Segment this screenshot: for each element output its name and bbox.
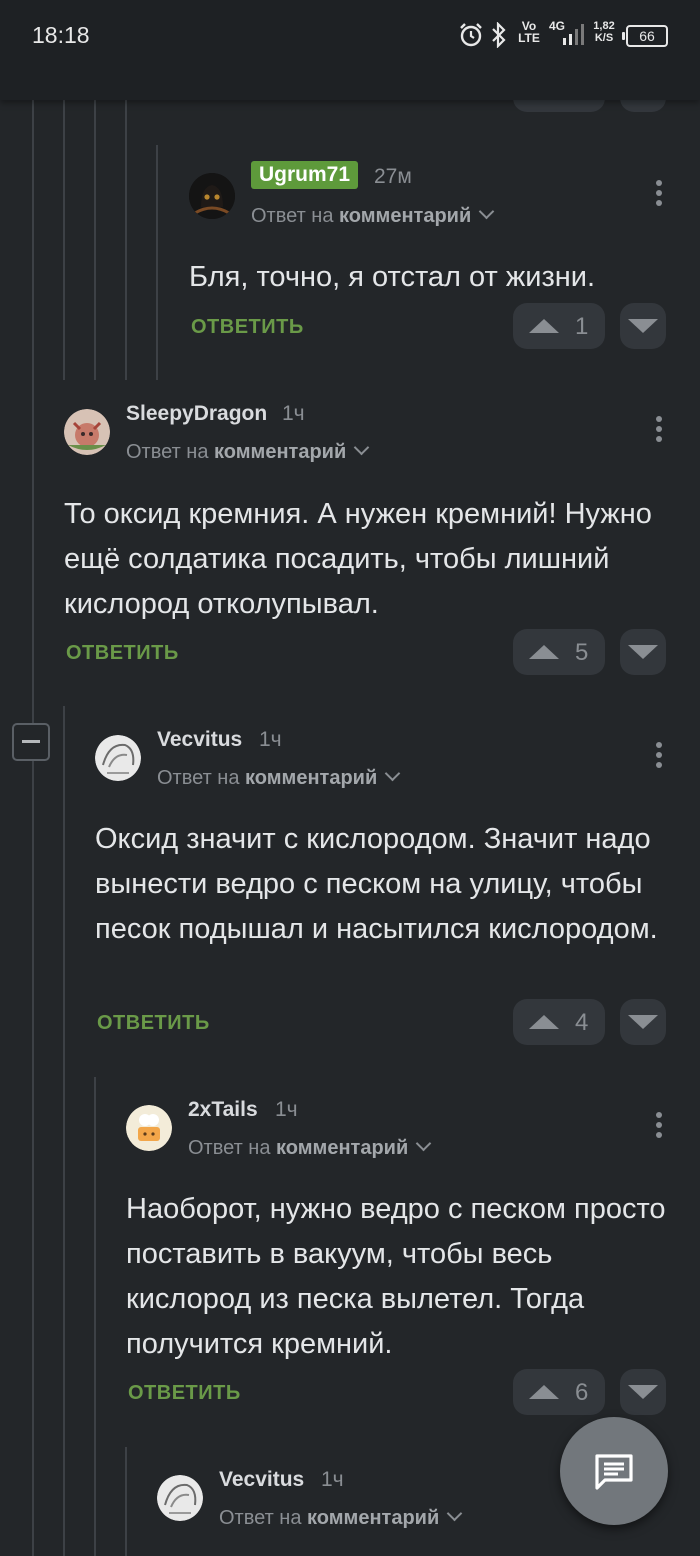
comment-text: Наоборот, нужно ведро с песком просто по… bbox=[126, 1193, 666, 1360]
chevron-down-icon bbox=[353, 439, 370, 456]
reply-to-prefix: Ответ на bbox=[157, 767, 240, 789]
comment-author[interactable]: Vecvitus bbox=[157, 728, 242, 752]
thread-line bbox=[63, 706, 65, 1556]
status-bar: 18:18 Vo LTE 4G 1,82 K/S 66 bbox=[0, 0, 700, 100]
collapse-thread-button[interactable] bbox=[12, 723, 50, 761]
thread-line bbox=[94, 100, 96, 380]
comment-author[interactable]: SleepyDragon bbox=[126, 402, 267, 426]
cake-avatar-icon bbox=[126, 1105, 172, 1151]
thread-line bbox=[125, 1447, 127, 1556]
vote-up-button[interactable]: 4 bbox=[513, 999, 605, 1045]
battery-indicator: 66 bbox=[622, 25, 668, 47]
chevron-down-icon bbox=[384, 765, 401, 782]
comment-text: То оксид кремния. А нужен кремний! Нужно… bbox=[64, 498, 652, 620]
vote-down-button[interactable] bbox=[620, 1369, 666, 1415]
vote-up-button[interactable]: 1 bbox=[513, 303, 605, 349]
vote-down-button[interactable] bbox=[620, 303, 666, 349]
vote-down-button[interactable] bbox=[620, 999, 666, 1045]
more-options-icon[interactable] bbox=[656, 1112, 664, 1142]
avatar[interactable] bbox=[95, 735, 141, 781]
reply-to[interactable]: Ответ на комментарий bbox=[157, 765, 401, 790]
comment-age: 27м bbox=[374, 165, 412, 188]
thread-line bbox=[63, 100, 65, 380]
reply-to-prefix: Ответ на bbox=[188, 1137, 271, 1159]
chevron-down-icon bbox=[478, 203, 495, 220]
reply-button[interactable]: ОТВЕТИТЬ bbox=[66, 642, 179, 665]
reply-to-target[interactable]: комментарий bbox=[276, 1137, 408, 1159]
arrow-up-icon bbox=[529, 1385, 559, 1399]
reply-to-prefix: Ответ на bbox=[251, 205, 334, 227]
reply-to-target[interactable]: комментарий bbox=[307, 1507, 439, 1529]
chat-icon bbox=[595, 1454, 633, 1490]
thread-line bbox=[32, 100, 34, 1556]
avatar[interactable] bbox=[126, 1105, 172, 1151]
arrow-up-icon bbox=[529, 319, 559, 333]
chevron-down-icon bbox=[446, 1505, 463, 1522]
reply-button[interactable]: ОТВЕТИТЬ bbox=[97, 1012, 210, 1035]
sketch-avatar-icon bbox=[95, 735, 141, 781]
reply-to-target[interactable]: комментарий bbox=[245, 767, 377, 789]
alarm-icon bbox=[460, 23, 482, 47]
thread-line bbox=[125, 100, 127, 380]
arrow-up-icon bbox=[529, 1015, 559, 1029]
network-speed: 1,82 K/S bbox=[593, 20, 615, 44]
reply-to-prefix: Ответ на bbox=[219, 1507, 302, 1529]
comment-text: Бля, точно, я отстал от жизни. bbox=[189, 261, 596, 293]
avatar[interactable] bbox=[189, 173, 235, 219]
bluetooth-icon bbox=[492, 22, 506, 48]
avatar[interactable] bbox=[64, 409, 110, 455]
rating: 1 bbox=[575, 313, 589, 340]
write-comment-button[interactable] bbox=[560, 1417, 668, 1525]
vote-down-button[interactable] bbox=[620, 629, 666, 675]
thread-line bbox=[156, 145, 158, 380]
comment-age: 1ч bbox=[282, 402, 305, 425]
comment-age: 1ч bbox=[275, 1098, 298, 1121]
reply-to[interactable]: Ответ на комментарий bbox=[188, 1135, 432, 1160]
chevron-down-icon bbox=[415, 1135, 432, 1152]
more-options-icon[interactable] bbox=[656, 742, 664, 772]
vote-up-button[interactable]: 5 bbox=[513, 629, 605, 675]
reply-button[interactable]: ОТВЕТИТЬ bbox=[128, 1382, 241, 1405]
comment-author[interactable]: 2xTails bbox=[188, 1098, 258, 1122]
arrow-up-icon bbox=[529, 645, 559, 659]
reply-to[interactable]: Ответ на комментарий bbox=[219, 1505, 463, 1530]
reply-button[interactable]: ОТВЕТИТЬ bbox=[191, 316, 304, 339]
status-time: 18:18 bbox=[32, 22, 90, 48]
vote-up-button[interactable]: 6 bbox=[513, 1369, 605, 1415]
dragon-avatar-icon bbox=[64, 409, 110, 455]
signal-icon bbox=[563, 24, 584, 45]
more-options-icon[interactable] bbox=[656, 180, 664, 210]
more-options-icon[interactable] bbox=[656, 416, 664, 446]
comment-text: Оксид значит с кислородом. Значит надо в… bbox=[95, 823, 658, 945]
reply-to-prefix: Ответ на bbox=[126, 441, 209, 463]
comment-author[interactable]: Ugrum71 bbox=[251, 161, 359, 189]
reply-to-target[interactable]: комментарий bbox=[339, 205, 471, 227]
comment-author[interactable]: Vecvitus bbox=[219, 1468, 304, 1492]
comment-age: 1ч bbox=[259, 728, 282, 751]
reply-to[interactable]: Ответ на комментарий bbox=[126, 439, 370, 464]
cat-avatar-icon bbox=[189, 173, 235, 219]
rating: 5 bbox=[575, 639, 589, 666]
reply-to-target[interactable]: комментарий bbox=[214, 441, 346, 463]
sketch-avatar-icon bbox=[157, 1475, 203, 1521]
reply-to[interactable]: Ответ на комментарий bbox=[251, 203, 495, 228]
volte-indicator: Vo LTE bbox=[518, 19, 540, 45]
rating: 6 bbox=[575, 1379, 589, 1406]
rating: 4 bbox=[575, 1009, 589, 1036]
comment-age: 1ч bbox=[321, 1468, 344, 1491]
thread-line bbox=[94, 1077, 96, 1556]
avatar[interactable] bbox=[157, 1475, 203, 1521]
